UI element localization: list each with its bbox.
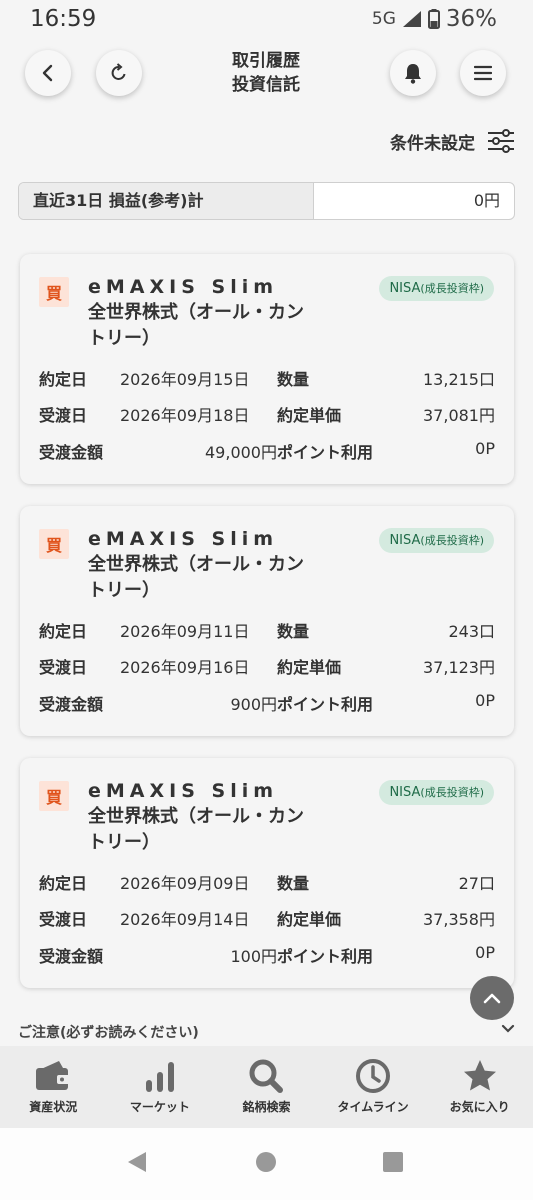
wallet-icon — [36, 1061, 71, 1090]
detail-row: 約定日 2026年09月11日 数量 243口 — [39, 618, 495, 642]
chevron-up-icon — [483, 993, 501, 1004]
back-triangle-icon[interactable] — [126, 1150, 148, 1174]
tab-assets[interactable]: 資産状況 — [0, 1046, 107, 1128]
transaction-card[interactable]: 買 eMAXIS Slim 全世界株式（オール・カン トリー） NISA(成長投… — [20, 506, 514, 736]
buy-badge: 買 — [39, 529, 69, 559]
battery-icon — [427, 9, 440, 29]
points-value: 0P — [475, 439, 495, 458]
notification-button[interactable] — [390, 50, 436, 96]
transaction-card[interactable]: 買 eMAXIS Slim 全世界株式（オール・カン トリー） NISA(成長投… — [20, 254, 514, 484]
signal-icon — [402, 11, 421, 27]
system-nav-bar — [0, 1128, 533, 1200]
detail-row: 約定日 2026年09月15日 数量 13,215口 — [39, 366, 495, 390]
unit-price-value: 37,081円 — [423, 406, 495, 425]
tab-search[interactable]: 銘柄検索 — [213, 1046, 320, 1128]
settle-date-value: 2026年09月18日 — [120, 406, 250, 425]
battery-percent: 36% — [445, 6, 497, 32]
quantity-value: 27口 — [458, 874, 495, 893]
hamburger-icon — [474, 65, 492, 81]
detail-row: 受渡日 2026年09月18日 約定単価 37,081円 — [39, 402, 495, 426]
amount-value: 100円 — [230, 947, 277, 966]
chevron-down-icon — [501, 1024, 515, 1033]
amount-value: 49,000円 — [205, 443, 277, 462]
refresh-button[interactable] — [96, 50, 142, 96]
status-indicators: 5G 36% — [372, 6, 497, 32]
bottom-tab-bar: 資産状況 マーケット 銘柄検索 タイムライン お気に入り — [0, 1046, 533, 1128]
transaction-card[interactable]: 買 eMAXIS Slim 全世界株式（オール・カン トリー） NISA(成長投… — [20, 758, 514, 988]
bar-chart-icon — [145, 1062, 174, 1092]
detail-row: 受渡金額 100円 ポイント利用 0P — [39, 943, 495, 966]
filter-settings[interactable]: 条件未設定 — [390, 128, 515, 154]
trade-date-value: 2026年09月11日 — [120, 622, 250, 641]
page-title: 取引履歴 投資信託 — [232, 51, 300, 95]
fund-name: eMAXIS Slim 全世界株式（オール・カン トリー） — [88, 276, 304, 349]
filter-icon — [488, 129, 514, 153]
detail-row: 受渡日 2026年09月14日 約定単価 37,358円 — [39, 906, 495, 930]
header: 取引履歴 投資信託 — [0, 45, 533, 101]
quantity-value: 243口 — [448, 622, 495, 641]
buy-badge: 買 — [39, 277, 69, 307]
detail-row: 約定日 2026年09月09日 数量 27口 — [39, 870, 495, 894]
recents-square-icon[interactable] — [382, 1151, 404, 1173]
bell-icon — [405, 64, 421, 84]
quantity-value: 13,215口 — [423, 370, 495, 389]
filter-label: 条件未設定 — [390, 133, 475, 154]
star-icon — [463, 1060, 496, 1091]
network-type: 5G — [371, 9, 396, 29]
detail-row: 受渡金額 49,000円 ポイント利用 0P — [39, 439, 495, 462]
caution-label: ご注意(必ずお読みください) — [18, 1025, 199, 1041]
status-bar: 16:59 5G 36% — [0, 0, 533, 40]
trade-date-value: 2026年09月09日 — [120, 874, 250, 893]
status-time: 16:59 — [30, 6, 97, 32]
detail-row: 受渡日 2026年09月16日 約定単価 37,123円 — [39, 654, 495, 678]
trade-date-value: 2026年09月15日 — [120, 370, 250, 389]
menu-button[interactable] — [460, 50, 506, 96]
home-circle-icon[interactable] — [255, 1151, 277, 1173]
scroll-top-button[interactable] — [470, 976, 514, 1020]
unit-price-value: 37,123円 — [423, 658, 495, 677]
tab-favorites[interactable]: お気に入り — [426, 1046, 533, 1128]
detail-row: 受渡金額 900円 ポイント利用 0P — [39, 691, 495, 714]
nisa-badge: NISA(成長投資枠) — [379, 528, 494, 553]
profit-summary: 直近31日 損益(参考)計 0円 — [18, 182, 515, 220]
search-icon — [249, 1059, 284, 1093]
back-button[interactable] — [25, 50, 71, 96]
nisa-badge: NISA(成長投資枠) — [379, 780, 494, 805]
clock-icon — [356, 1059, 391, 1093]
points-value: 0P — [475, 943, 495, 962]
amount-value: 900円 — [230, 695, 277, 714]
settle-date-value: 2026年09月16日 — [120, 658, 250, 677]
tab-timeline[interactable]: タイムライン — [320, 1046, 427, 1128]
chevron-left-icon — [42, 64, 53, 82]
caution-toggle[interactable]: ご注意(必ずお読みください) — [18, 1022, 515, 1042]
points-value: 0P — [475, 691, 495, 710]
refresh-icon — [111, 63, 126, 80]
fund-name: eMAXIS Slim 全世界株式（オール・カン トリー） — [88, 528, 304, 601]
unit-price-value: 37,358円 — [423, 910, 495, 929]
settle-date-value: 2026年09月14日 — [120, 910, 250, 929]
tab-market[interactable]: マーケット — [107, 1046, 214, 1128]
buy-badge: 買 — [39, 781, 69, 811]
summary-value: 0円 — [473, 191, 500, 210]
fund-name: eMAXIS Slim 全世界株式（オール・カン トリー） — [88, 780, 304, 853]
summary-label: 直近31日 損益(参考)計 — [19, 183, 314, 219]
nisa-badge: NISA(成長投資枠) — [379, 276, 494, 301]
